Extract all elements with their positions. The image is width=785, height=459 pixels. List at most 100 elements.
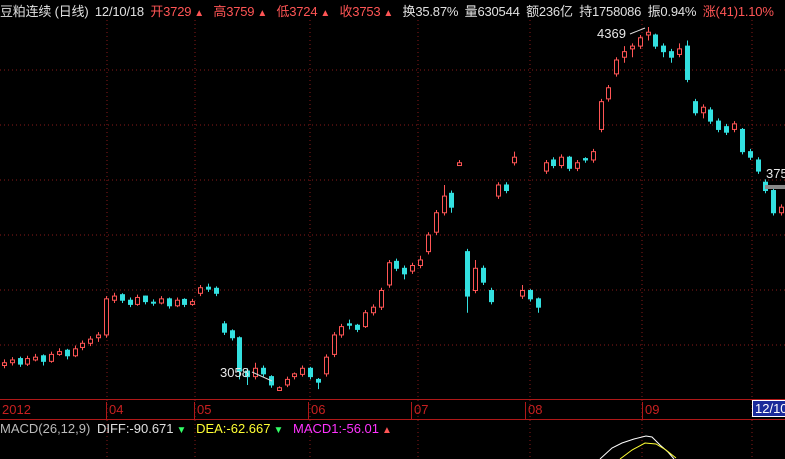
candle-down [724,123,729,135]
candle-down [402,265,407,280]
up-arrow-icon: ▲ [383,8,394,19]
candle-body [151,301,156,304]
candle-body [285,378,290,386]
candle-body [214,287,219,294]
month-label: 08 [525,402,542,419]
candle-up [371,304,376,316]
candle-up [387,259,392,288]
quote-date: 12/10/18 [94,4,144,19]
candle-body [473,267,478,292]
candle-up [2,359,7,369]
candle-up [324,354,329,377]
candle-down [449,190,454,213]
candle-up [159,296,164,305]
candle-down [128,297,133,308]
candle-up [300,365,305,377]
candle-body [33,356,38,361]
candle-body [756,159,761,172]
month-label: 07 [411,402,428,419]
candle-down [394,258,399,272]
low-price-label: 3058 [220,365,249,380]
open-price: 开3729 ▲ [150,4,204,19]
candle-down [167,297,172,309]
candle-body [222,323,227,333]
candle-up [135,294,140,306]
candle-body [544,162,549,172]
candle-up [544,159,549,174]
candle-up [73,345,78,358]
candle-body [190,301,195,305]
candle-body [104,298,109,336]
current-price-label: 3753 [766,166,785,181]
candle-up [599,98,604,133]
candle-up [332,332,337,358]
candle-body [308,367,313,378]
candle-body [363,312,368,328]
candle-down [716,118,721,133]
candle-body [206,286,211,290]
candle-body [528,290,533,300]
candle-down [355,323,360,333]
candle-body [583,158,588,161]
candle-body [96,334,101,339]
candle-body [489,290,494,303]
candle-body [128,299,133,305]
candle-body [693,101,698,114]
candle-up [520,284,525,299]
candle-down [151,299,156,306]
candle-body [88,338,93,344]
candle-body [748,151,753,158]
candle-body [277,387,282,392]
candle-up [732,121,737,133]
candle-down [661,43,666,58]
candle-down [206,283,211,292]
candlestick-chart[interactable] [0,0,785,459]
candle-up [426,232,431,255]
turnover-rate: 换35.87% [402,4,459,19]
candle-body [182,298,187,305]
candle-body [567,156,572,169]
candle-down [669,48,674,63]
candle-body [504,184,509,192]
candle-down [708,107,713,124]
candle-down [18,356,23,367]
candle-up [175,297,180,308]
last-price-marker [765,185,785,189]
candle-body [339,326,344,336]
candle-body [716,120,721,130]
candle-body [387,262,392,286]
quote-header: 豆粕连续 (日线) 12/10/18 开3729 ▲ 高3759 ▲ 低3724 ▲ … [0,1,777,20]
candle-body [614,59,619,75]
month-label: 09 [642,402,659,419]
candle-body [724,126,729,133]
candle-up [198,284,203,297]
candle-body [740,128,745,153]
cursor-date-label: 12/10 [752,400,785,417]
candle-down [740,128,745,155]
open-interest: 持1758086 [579,4,642,19]
candle-body [120,294,125,301]
candle-down [536,297,541,313]
candle-body [481,267,486,283]
candle-body [394,260,399,269]
candle-body [434,212,439,233]
macd-dea-line [619,442,677,459]
candle-body [261,367,266,375]
candle-up [285,376,290,388]
candle-down [308,366,313,380]
candle-body [591,151,596,161]
candle-body [371,306,376,314]
candle-down [65,348,70,360]
candle-body [402,267,407,275]
candle-up [677,43,682,58]
high-pointer-line [629,27,646,35]
candle-body [732,123,737,130]
candle-up [253,362,258,380]
candle-up [701,104,706,119]
candle-up [779,204,784,216]
candle-body [779,206,784,214]
candle-down [748,148,753,160]
candle-body [677,48,682,55]
candle-body [599,101,604,130]
amplitude: 振0.94% [647,4,697,19]
